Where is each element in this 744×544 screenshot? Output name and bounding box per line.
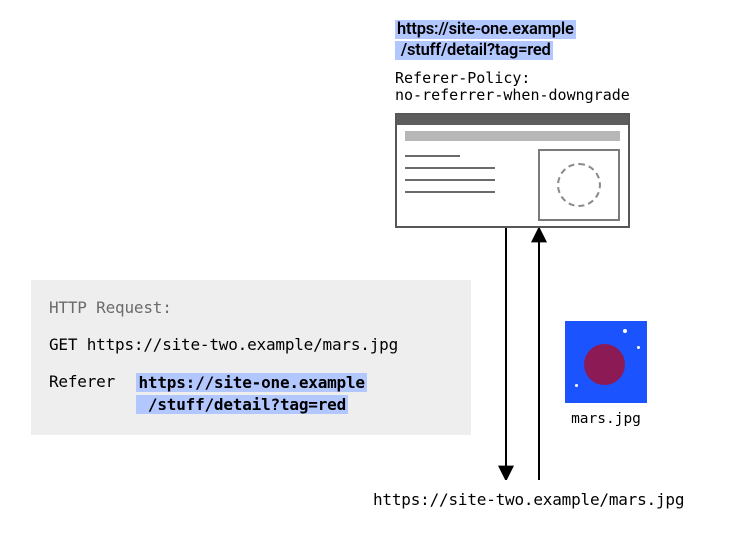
dashed-circle-icon	[557, 163, 601, 207]
resource-url: https://site-two.example/mars.jpg	[373, 490, 684, 509]
image-placeholder-icon	[538, 149, 620, 221]
mars-image-icon	[565, 321, 647, 403]
page-url-line1: https://site-one.example	[395, 20, 576, 39]
referer-value: https://site-one.example /stuff/detail?t…	[136, 372, 366, 415]
referer-label: Referer	[49, 372, 115, 391]
page-url-line2: /stuff/detail?tag=red	[395, 41, 553, 60]
browser-window-icon	[395, 113, 630, 228]
browser-address-bar-icon	[405, 131, 620, 141]
referrer-policy-text: Referer-Policy: no-referrer-when-downgra…	[395, 70, 630, 105]
http-request-get-line: GET https://site-two.example/mars.jpg	[49, 335, 453, 354]
referer-value-line1: https://site-one.example	[136, 373, 366, 392]
http-request-referer-row: Referer https://site-one.example /stuff/…	[49, 372, 453, 415]
browser-chrome-icon	[397, 115, 628, 125]
request-response-arrows-icon	[489, 228, 559, 480]
text-lines-icon	[405, 155, 495, 203]
http-request-box: HTTP Request: GET https://site-two.examp…	[31, 280, 471, 435]
mars-image-block: mars.jpg	[565, 321, 647, 427]
http-request-title: HTTP Request:	[49, 298, 453, 317]
referer-value-line2: /stuff/detail?tag=red	[136, 395, 348, 414]
mars-caption: mars.jpg	[565, 411, 647, 427]
browser-body-icon	[405, 149, 620, 218]
page-url: https://site-one.example /stuff/detail?t…	[395, 20, 576, 61]
